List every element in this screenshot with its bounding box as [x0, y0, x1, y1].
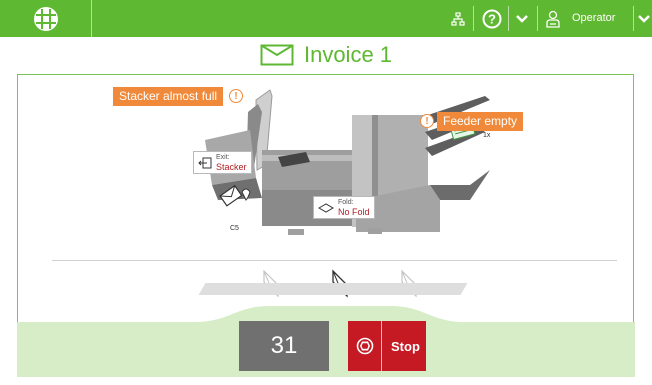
exclamation-circle-icon[interactable]: !	[420, 114, 434, 128]
fold-label: Fold:	[338, 198, 354, 206]
fold-value: No Fold	[338, 206, 370, 217]
feeder-count: 1x	[483, 132, 491, 139]
exit-value: Stacker	[216, 161, 247, 172]
envelope-size-label[interactable]: C5	[230, 225, 239, 232]
feeder-warning-tag[interactable]: Feeder empty	[437, 112, 524, 131]
exit-label: Exit:	[216, 153, 230, 161]
exclamation-circle-icon[interactable]: !	[229, 89, 243, 103]
fold-icon	[318, 202, 334, 213]
stacker-warning-text: Stacker almost full	[119, 89, 218, 103]
exit-icon	[198, 157, 212, 168]
fold-setting[interactable]: Fold: No Fold	[313, 196, 375, 219]
piece-counter: 31	[239, 321, 329, 371]
transport-track	[198, 283, 468, 295]
divider	[52, 260, 617, 261]
stacker-warning-tag[interactable]: Stacker almost full	[113, 87, 224, 106]
app-root: ? Operator Invoice 1 Stacker almost full…	[0, 0, 652, 385]
stop-button[interactable]: Stop	[348, 321, 426, 371]
stop-hand-icon	[348, 321, 382, 371]
stop-label: Stop	[391, 338, 420, 354]
feeder-warning-text: Feeder empty	[443, 114, 518, 128]
exit-setting[interactable]: Exit: Stacker	[193, 151, 252, 174]
